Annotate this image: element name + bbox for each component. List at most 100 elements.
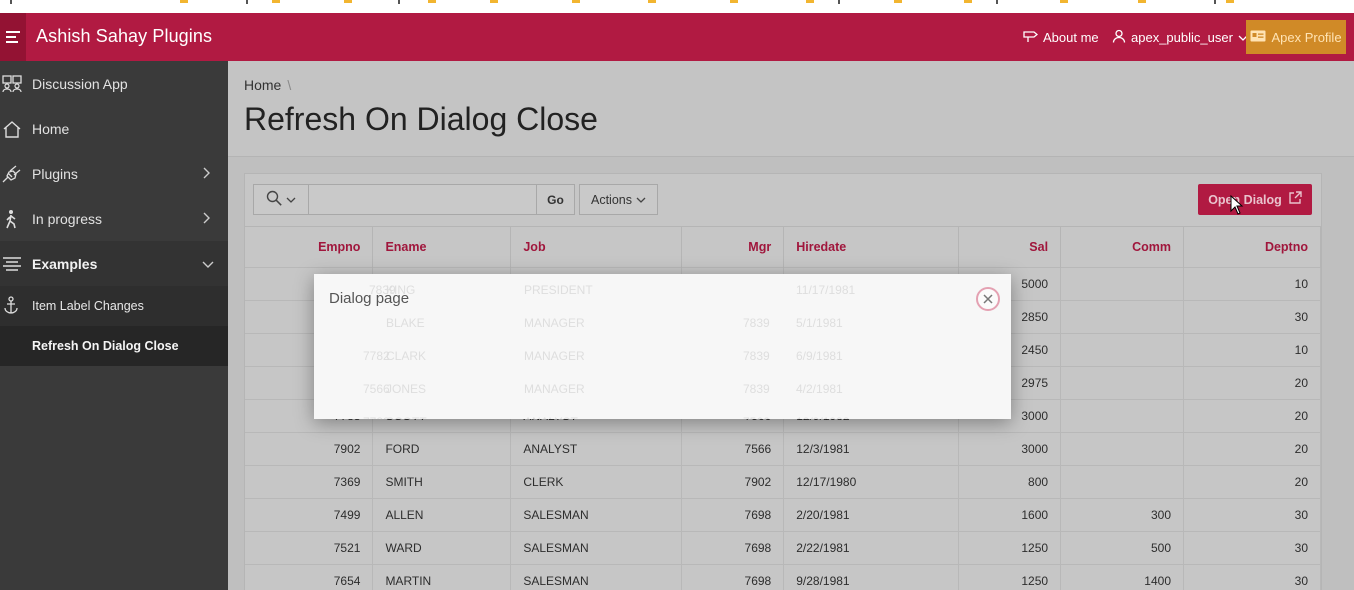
page-title: Refresh On Dialog Close — [244, 101, 598, 137]
dialog-ghost-row: BLAKE MANAGER 7839 5/1/1981 — [314, 307, 1011, 340]
chevron-right-icon — [202, 211, 210, 227]
ghost-cell: JONES — [386, 382, 427, 396]
sidebar-item-label: Examples — [32, 255, 98, 272]
column-header-ename[interactable]: Ename — [372, 226, 512, 268]
app-title[interactable]: Ashish Sahay Plugins — [36, 26, 212, 47]
column-header-job[interactable]: Job — [510, 226, 683, 268]
column-header-hiredate[interactable]: Hiredate — [783, 226, 960, 268]
ghost-cell: MANAGER — [524, 349, 585, 363]
column-header-mgr[interactable]: Mgr — [681, 226, 785, 268]
title-bar: Home \ Refresh On Dialog Close — [228, 61, 1354, 157]
about-me-link[interactable]: About me — [1022, 29, 1099, 46]
cell-sal: 1600 — [958, 498, 1062, 532]
sidebar-item-plugins[interactable]: Plugins — [0, 151, 228, 196]
cell-comm — [1060, 267, 1184, 301]
breadcrumb: Home \ — [244, 77, 291, 93]
cell-job: SALESMAN — [510, 498, 683, 532]
cell-ename: MARTIN — [372, 564, 512, 590]
cell-job: SALESMAN — [510, 564, 683, 590]
breadcrumb-home-link[interactable]: Home — [244, 77, 281, 93]
cell-mgr: 7698 — [681, 531, 785, 565]
cell-empno: 7369 — [245, 465, 374, 499]
ghost-cell: 7839 — [743, 316, 770, 330]
cell-hiredate: 2/22/1981 — [783, 531, 960, 565]
menu-toggle-button[interactable] — [0, 13, 26, 61]
user-menu[interactable]: apex_public_user — [1112, 29, 1248, 46]
cell-hiredate: 9/28/1981 — [783, 564, 960, 590]
cell-deptno: 30 — [1183, 300, 1321, 334]
cell-deptno: 10 — [1183, 333, 1321, 367]
dialog-close-button[interactable] — [976, 287, 1000, 311]
table-row: 7902 FORD ANALYST 7566 12/3/1981 3000 20 — [245, 432, 1321, 466]
search-input[interactable] — [309, 185, 536, 214]
cell-deptno: 20 — [1183, 399, 1321, 433]
sidebar-item-in-progress[interactable]: In progress — [0, 196, 228, 241]
sidebar-subitem-refresh-on-dialog-close[interactable]: Refresh On Dialog Close — [0, 326, 228, 366]
dialog-ghost-row: 7839 KING PRESIDENT 11/17/1981 — [314, 274, 1011, 307]
cell-comm — [1060, 300, 1184, 334]
sidebar-item-home[interactable]: Home — [0, 106, 228, 151]
cell-hiredate: 12/3/1981 — [783, 432, 960, 466]
external-link-icon — [1288, 191, 1302, 208]
sidebar-item-discussion-app[interactable]: Discussion App — [0, 61, 228, 106]
ghost-cell: BLAKE — [386, 316, 425, 330]
cell-deptno: 30 — [1183, 564, 1321, 590]
sidebar-item-examples[interactable]: Examples — [0, 241, 228, 286]
chevron-right-icon — [202, 166, 210, 182]
plug-icon — [2, 164, 22, 184]
sidebar-item-label: In progress — [32, 210, 103, 227]
ghost-cell: MANAGER — [524, 382, 585, 396]
cell-deptno: 10 — [1183, 267, 1321, 301]
open-dialog-label: Open Dialog — [1208, 192, 1282, 207]
dialog-ghost-row: 7782 CLARK MANAGER 7839 6/9/1981 — [314, 340, 1011, 373]
ghost-cell: 11/17/1981 — [796, 283, 856, 297]
cell-ename: ALLEN — [372, 498, 512, 532]
cell-mgr: 7698 — [681, 498, 785, 532]
go-button[interactable]: Go — [536, 185, 574, 214]
ghost-cell: SCOTT — [386, 415, 427, 419]
ghost-cell: PRESIDENT — [524, 283, 593, 297]
chevron-down-icon — [202, 256, 214, 272]
cell-comm — [1060, 366, 1184, 400]
about-me-label: About me — [1043, 30, 1099, 45]
cell-deptno: 20 — [1183, 366, 1321, 400]
search-column-selector[interactable] — [254, 185, 309, 214]
walker-icon — [2, 209, 22, 229]
breadcrumb-separator: \ — [287, 77, 292, 93]
cell-sal: 800 — [958, 465, 1062, 499]
close-icon — [983, 292, 993, 307]
cell-comm: 1400 — [1060, 564, 1184, 590]
cell-job: ANALYST — [510, 432, 683, 466]
ghost-cell: CLARK — [386, 349, 427, 363]
app-header: Ashish Sahay Plugins About me apex_publi… — [0, 13, 1354, 61]
search-group: Go — [253, 184, 575, 215]
apex-profile-button[interactable]: Apex Profile — [1246, 20, 1346, 54]
column-header-empno[interactable]: Empno — [245, 226, 374, 268]
ghost-cell: 12/9/1982 — [796, 415, 849, 419]
anchor-icon — [3, 295, 19, 317]
table-row: 7369 SMITH CLERK 7902 12/17/1980 800 20 — [245, 465, 1321, 499]
people-icon — [2, 74, 22, 94]
id-card-icon — [1250, 30, 1266, 45]
dialog-ghost-row: 7788 SCOTT ANALYST 7566 12/9/1982 — [314, 406, 1011, 419]
open-dialog-button[interactable]: Open Dialog — [1198, 184, 1312, 215]
actions-menu-button[interactable]: Actions — [579, 184, 658, 215]
cell-mgr: 7566 — [681, 432, 785, 466]
column-header-sal[interactable]: Sal — [958, 226, 1062, 268]
ghost-cell: MANAGER — [524, 316, 585, 330]
cell-comm: 300 — [1060, 498, 1184, 532]
list-icon — [2, 254, 22, 274]
sidebar-subitem-item-label-changes[interactable]: Item Label Changes — [0, 286, 228, 326]
ghost-cell: 4/2/1981 — [796, 382, 843, 396]
cell-deptno: 20 — [1183, 465, 1321, 499]
sidebar-item-label: Home — [32, 120, 70, 137]
home-icon — [2, 119, 22, 139]
chevron-down-icon — [636, 193, 646, 207]
cell-ename: FORD — [372, 432, 512, 466]
cell-deptno: 30 — [1183, 498, 1321, 532]
cell-job: CLERK — [510, 465, 683, 499]
cell-sal: 1250 — [958, 564, 1062, 590]
ghost-cell: 6/9/1981 — [796, 349, 843, 363]
column-header-comm[interactable]: Comm — [1060, 226, 1184, 268]
column-header-deptno[interactable]: Deptno — [1183, 226, 1321, 268]
